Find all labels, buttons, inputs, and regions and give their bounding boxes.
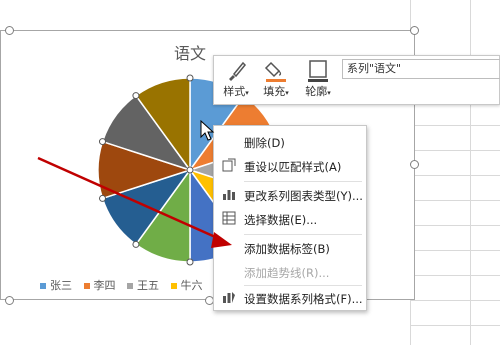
chart-format-toolbar: 样式▾ 填充▾ 轮廓▾ 系列"语文" [213,55,500,105]
grid-row-line [410,225,500,226]
resize-handle[interactable] [410,160,419,169]
legend-swatch [170,283,177,289]
menu-separator [244,181,362,182]
legend-label: 李四 [93,279,116,292]
slice-selection-handle [186,258,194,266]
fill-button[interactable]: 填充▾ [258,59,294,103]
slice-selection-handle [99,194,107,202]
grid-row-line [410,125,500,126]
outline-button[interactable]: 轮廓▾ [298,59,338,103]
menu-item-reset-style[interactable]: 重设以匹配样式(A) [214,155,366,177]
reset-style-icon [222,158,236,172]
legend-item: 张三 [40,277,72,293]
select-data-icon [222,211,236,225]
menu-item-delete[interactable]: 删除(D) [214,131,366,153]
menu-item-label: 添加趋势线(R)... [244,266,330,280]
grid-row-line [410,200,500,201]
menu-item-label: 更改系列图表类型(Y)... [244,189,363,203]
grid-row-line [410,175,500,176]
legend-label: 王五 [137,279,159,292]
legend-item: 李四 [83,277,116,293]
resize-handle[interactable] [5,26,14,35]
mouse-cursor-icon [200,120,215,141]
menu-separator [244,234,362,235]
slice-selection-handle [99,138,107,146]
grid-row-line [410,250,500,251]
grid-row-line [410,325,500,326]
style-button[interactable]: 样式▾ [218,59,254,103]
menu-item-select-data[interactable]: 选择数据(E)... [214,208,366,230]
slice-selection-handle [186,74,194,82]
format-series-icon [222,290,236,304]
slice-selection-handle [132,92,140,100]
menu-item-label: 选择数据(E)... [244,213,318,227]
legend-label: 张三 [50,279,72,292]
slice-selection-handle [132,240,140,248]
legend-item: 牛六 [170,277,203,293]
grid-row-line [410,150,500,151]
resize-handle[interactable] [410,26,419,35]
outline-icon [298,59,338,85]
chart-type-icon [222,187,236,201]
legend-label: 牛六 [180,279,203,292]
legend-swatch [40,283,46,289]
slice-selection-handle [186,166,194,174]
menu-item-format-series[interactable]: 设置数据系列格式(F)... [214,287,366,309]
menu-item-label: 重设以匹配样式(A) [244,160,342,174]
menu-item-add-trendline[interactable]: 添加趋势线(R)... [214,261,366,283]
grid-row-line [410,275,500,276]
resize-handle[interactable] [5,296,14,305]
legend-swatch [83,283,90,289]
grid-row-line [410,300,500,301]
menu-item-label: 删除(D) [244,136,285,150]
series-select[interactable]: 系列"语文" [342,59,500,79]
legend-item: 王五 [127,277,159,293]
grid-column-line [470,0,471,345]
menu-item-label: 添加数据标签(B) [244,242,330,256]
menu-item-add-data-labels[interactable]: 添加数据标签(B) [214,237,366,259]
legend-swatch [127,283,133,289]
fill-label: 填充▾ [263,85,289,98]
menu-item-change-chart-type[interactable]: 更改系列图表类型(Y)... [214,184,366,206]
style-label: 样式▾ [223,85,249,98]
outline-label: 轮廓▾ [305,85,331,98]
menu-separator [244,285,362,286]
brush-icon [218,59,254,85]
fill-bucket-icon [258,59,294,85]
chart-title[interactable]: 语文 [160,40,220,64]
menu-item-label: 设置数据系列格式(F)... [244,292,363,306]
context-menu: 删除(D) 重设以匹配样式(A) 更改系列图表类型(Y)... 选择数据(E).… [213,125,367,311]
